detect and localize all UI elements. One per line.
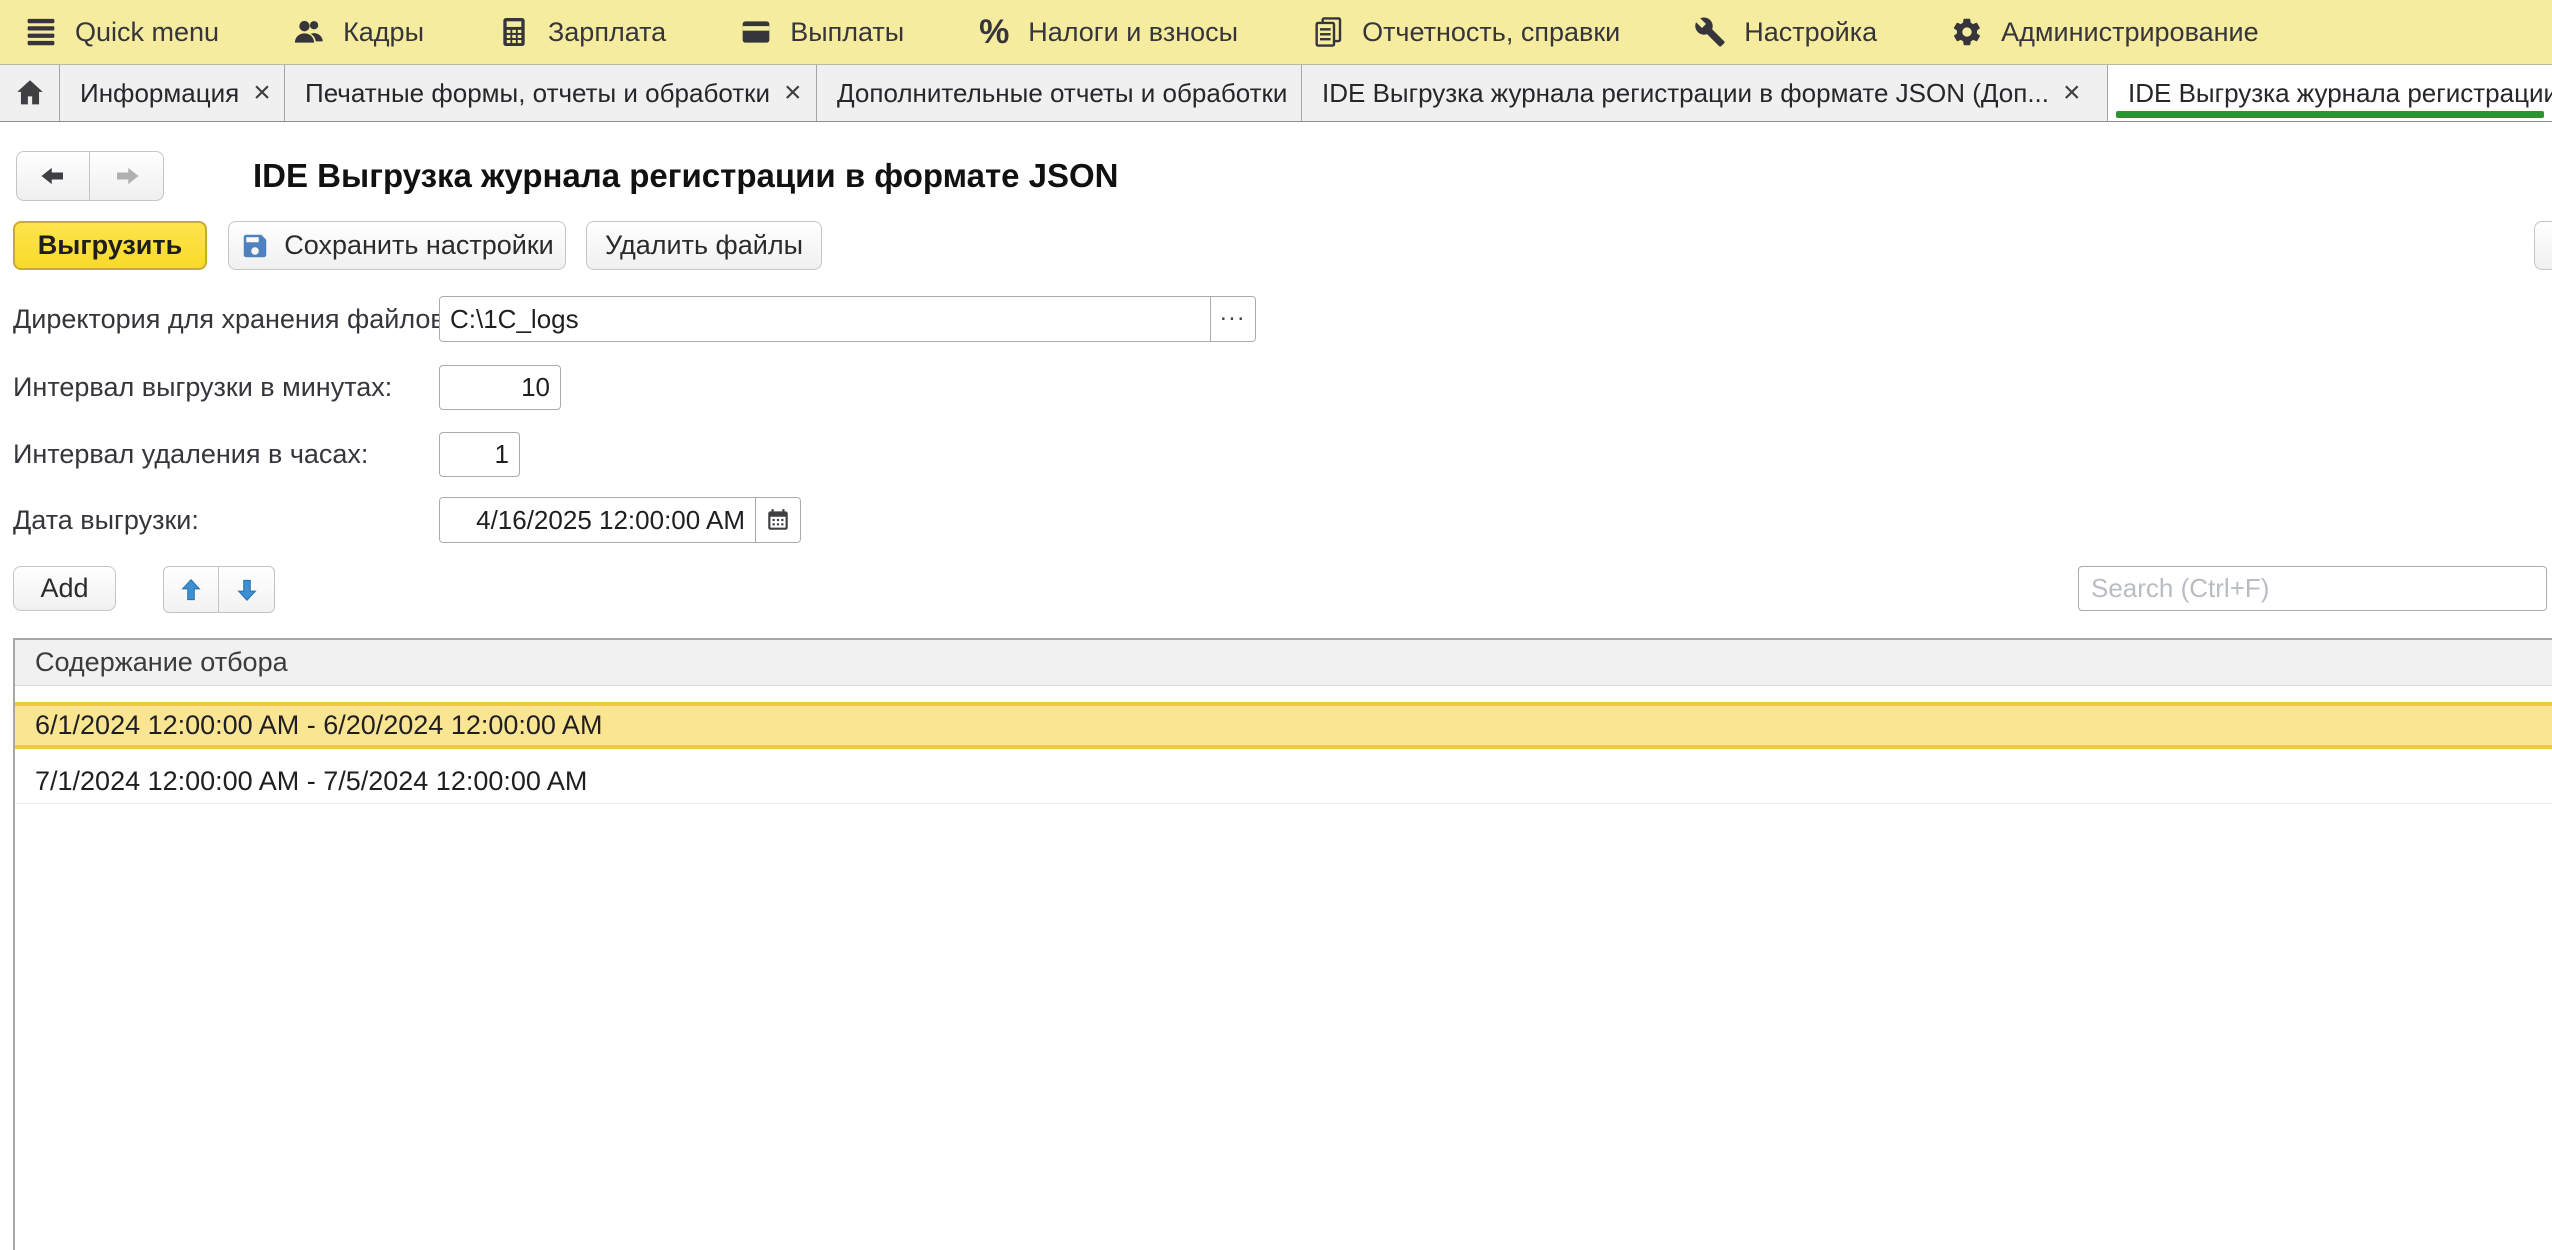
tab-label: IDE Выгрузка журнала регистрации в форма… — [1322, 78, 2049, 109]
export-button-label: Выгрузить — [38, 230, 182, 261]
tab-label: Печатные формы, отчеты и обработки — [305, 78, 770, 109]
delete-files-button[interactable]: Удалить файлы — [586, 221, 822, 270]
arrow-up-icon — [177, 576, 205, 604]
menu-item-label: Кадры — [343, 17, 424, 48]
tab-bar: Информация × Печатные формы, отчеты и об… — [0, 64, 2552, 122]
selections-table: Содержание отбора 6/1/2024 12:00:00 AM -… — [13, 638, 2552, 1250]
save-settings-button[interactable]: Сохранить настройки — [228, 221, 566, 270]
card-icon — [739, 15, 773, 49]
calculator-icon — [497, 15, 531, 49]
back-arrow-icon — [38, 161, 68, 191]
tab-pechatnye-formy[interactable]: Печатные формы, отчеты и обработки × — [285, 65, 817, 121]
hamburger-icon — [24, 15, 58, 49]
calendar-button[interactable] — [755, 498, 800, 542]
tab-ide-vygruzka-dop[interactable]: IDE Выгрузка журнала регистрации в форма… — [1302, 65, 2108, 121]
move-down-button[interactable] — [219, 567, 274, 612]
menu-item-quick-menu[interactable]: Quick menu — [24, 15, 219, 49]
forward-button[interactable] — [90, 152, 163, 200]
upload-interval-input[interactable] — [439, 365, 561, 410]
menu-item-label: Налоги и взносы — [1028, 17, 1238, 48]
reorder-group — [163, 566, 275, 613]
directory-input[interactable] — [440, 297, 1210, 341]
delete-files-label: Удалить файлы — [605, 230, 803, 261]
table-column-header: Содержание отбора — [15, 640, 2552, 686]
delete-interval-input[interactable] — [439, 432, 520, 477]
history-nav-group — [16, 151, 164, 201]
menu-item-label: Отчетность, справки — [1362, 17, 1620, 48]
tab-home[interactable] — [0, 65, 60, 121]
main-menu-bar: Quick menu Кадры Зарплата Выплаты % Нало… — [0, 0, 2552, 64]
tab-dopolnitelnye-otchety[interactable]: Дополнительные отчеты и обработки × — [817, 65, 1302, 121]
app-window: Quick menu Кадры Зарплата Выплаты % Нало… — [0, 0, 2552, 1250]
page-title: IDE Выгрузка журнала регистрации в форма… — [253, 152, 1119, 200]
upload-date-input[interactable] — [440, 498, 755, 542]
tab-label: IDE Выгрузка журнала регистрации — [2128, 78, 2552, 109]
gear-icon — [1950, 15, 1984, 49]
forward-arrow-icon — [112, 161, 142, 191]
move-up-button[interactable] — [164, 567, 219, 612]
tab-ide-vygruzka-active[interactable]: IDE Выгрузка журнала регистрации — [2108, 65, 2552, 121]
menu-item-otchetnost[interactable]: Отчетность, справки — [1311, 15, 1620, 49]
menu-item-label: Администрирование — [2001, 17, 2258, 48]
more-button-partial[interactable] — [2534, 221, 2552, 270]
menu-item-kadry[interactable]: Кадры — [292, 15, 424, 49]
save-settings-label: Сохранить настройки — [284, 230, 553, 261]
back-button[interactable] — [17, 152, 90, 200]
tab-close-icon[interactable]: × — [784, 78, 802, 108]
table-row[interactable]: 7/1/2024 12:00:00 AM - 7/5/2024 12:00:00… — [15, 759, 2552, 804]
tab-label: Дополнительные отчеты и обработки — [837, 78, 1287, 109]
browse-button[interactable]: ... — [1210, 297, 1255, 341]
ellipsis-icon: ... — [1220, 308, 1246, 330]
tab-informatsiya[interactable]: Информация × — [60, 65, 285, 121]
add-button-label: Add — [40, 573, 88, 604]
menu-item-zarplata[interactable]: Зарплата — [497, 15, 666, 49]
home-icon — [13, 76, 47, 110]
people-icon — [292, 15, 326, 49]
add-button[interactable]: Add — [13, 566, 116, 611]
menu-item-vyplaty[interactable]: Выплаты — [739, 15, 904, 49]
menu-item-nastroika[interactable]: Настройка — [1693, 15, 1877, 49]
tab-close-icon[interactable]: × — [2063, 78, 2081, 108]
menu-item-label: Зарплата — [548, 17, 666, 48]
arrow-down-icon — [233, 576, 261, 604]
upload-interval-label: Интервал выгрузки в минутах: — [13, 365, 392, 410]
directory-label: Директория для хранения файлов: — [13, 296, 452, 342]
directory-field-group: ... — [439, 296, 1256, 342]
upload-date-label: Дата выгрузки: — [13, 497, 199, 543]
menu-item-label: Настройка — [1744, 17, 1877, 48]
calendar-icon — [765, 507, 791, 533]
save-icon — [240, 231, 270, 261]
table-spacer — [15, 749, 2552, 759]
percent-icon: % — [977, 15, 1011, 49]
menu-item-nalogi[interactable]: % Налоги и взносы — [977, 15, 1238, 49]
search-input[interactable] — [2078, 566, 2547, 611]
wrench-icon — [1693, 15, 1727, 49]
table-spacer — [15, 686, 2552, 702]
menu-item-label: Выплаты — [790, 17, 904, 48]
menu-item-label: Quick menu — [75, 17, 219, 48]
upload-date-field-group — [439, 497, 801, 543]
tab-label: Информация — [80, 78, 239, 109]
tab-close-icon[interactable]: × — [253, 78, 271, 108]
table-row-selected[interactable]: 6/1/2024 12:00:00 AM - 6/20/2024 12:00:0… — [15, 702, 2552, 749]
export-button[interactable]: Выгрузить — [13, 221, 207, 270]
active-tab-underline — [2116, 111, 2544, 118]
menu-item-administrirovanie[interactable]: Администрирование — [1950, 15, 2258, 49]
delete-interval-label: Интервал удаления в часах: — [13, 432, 368, 477]
report-icon — [1311, 15, 1345, 49]
